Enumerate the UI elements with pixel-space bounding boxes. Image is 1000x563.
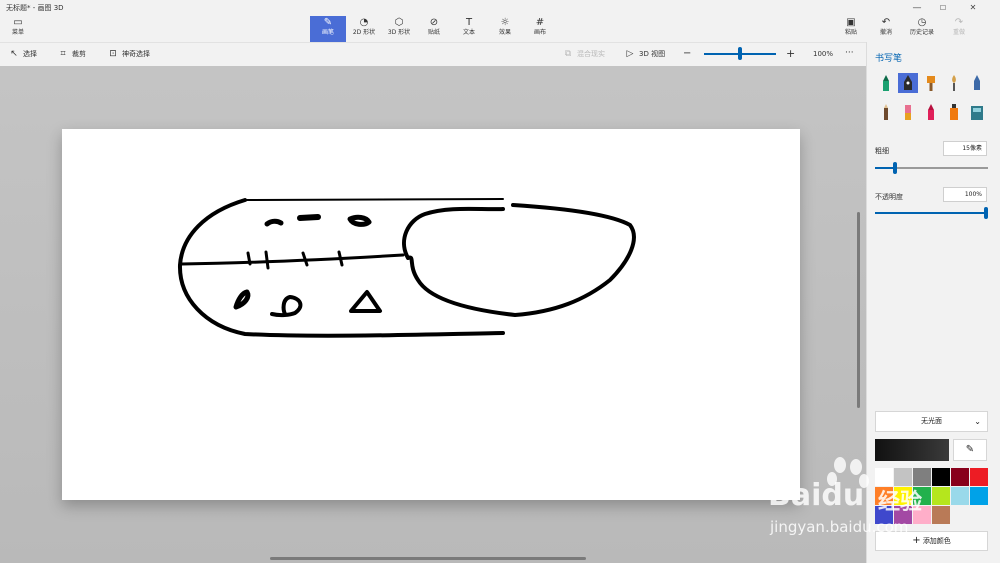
- pixel-pen-icon: [974, 75, 980, 90]
- calligraphy-pen-brush[interactable]: [898, 73, 918, 93]
- marker-brush[interactable]: [876, 73, 896, 93]
- opacity-label: 不透明度: [875, 193, 903, 201]
- cursor-icon: ↖: [10, 49, 18, 59]
- main-toolbar: ▭ 菜单 ✎ 画笔 ◔ 2D 形状 ⬡ 3D 形状 ⊘ 贴纸 T 文本 ☼ 效果…: [0, 16, 1000, 42]
- minimize-button[interactable]: —: [904, 0, 930, 16]
- thickness-input[interactable]: 15像素: [943, 141, 987, 156]
- panel-title: 书写笔: [875, 54, 903, 64]
- title-bar: 无标题* - 画图 3D — ☐ ✕: [0, 0, 1000, 16]
- color-swatch[interactable]: [951, 468, 969, 486]
- color-swatch[interactable]: [970, 487, 988, 505]
- window-title: 无标题* - 画图 3D: [6, 4, 64, 12]
- more-options-button[interactable]: ···: [845, 46, 854, 60]
- paste-icon: ▣: [846, 17, 856, 28]
- opacity-slider-fill: [875, 212, 988, 214]
- zoom-slider-thumb[interactable]: [738, 47, 742, 60]
- watermark-brand: Baidu: [768, 478, 865, 513]
- zoom-value[interactable]: 100%: [813, 47, 833, 61]
- close-button[interactable]: ✕: [960, 0, 986, 16]
- undo-icon: ↶: [881, 17, 891, 28]
- redo-button[interactable]: ↷ 重做: [941, 16, 977, 42]
- zoom-out-button[interactable]: −: [683, 47, 691, 61]
- watercolor-brush[interactable]: [944, 73, 964, 93]
- eraser-brush[interactable]: [898, 102, 918, 122]
- undo-button[interactable]: ↶ 撤消: [868, 16, 904, 42]
- plus-icon: +: [912, 535, 921, 546]
- text-icon: T: [465, 17, 473, 28]
- view-3d-icon: ▷: [626, 49, 634, 59]
- view-3d-button[interactable]: ▷ 3D 视图: [624, 47, 666, 61]
- color-swatch[interactable]: [951, 487, 969, 505]
- thickness-slider[interactable]: [875, 167, 988, 169]
- zoom-in-button[interactable]: +: [786, 47, 795, 61]
- 3d-shapes-icon: ⬡: [394, 17, 404, 28]
- opacity-input[interactable]: 100%: [943, 187, 987, 202]
- color-swatch[interactable]: [932, 468, 950, 486]
- color-swatch[interactable]: [932, 506, 950, 524]
- color-swatch[interactable]: [970, 468, 988, 486]
- oil-brush-icon: [927, 76, 935, 91]
- effects-icon: ☼: [500, 17, 510, 28]
- watermark-url: jingyan.baidu.com: [770, 518, 909, 536]
- thickness-label: 粗细: [875, 147, 889, 155]
- thickness-slider-thumb[interactable]: [893, 162, 898, 174]
- maximize-button[interactable]: ☐: [930, 0, 956, 16]
- canvas-icon: #: [535, 17, 545, 28]
- 2d-shapes-icon: ◔: [359, 17, 369, 28]
- tab-stickers[interactable]: ⊘ 贴纸: [416, 16, 452, 42]
- eraser-icon: [905, 105, 911, 120]
- tab-canvas[interactable]: # 画布: [522, 16, 558, 42]
- fill-brush[interactable]: [967, 102, 987, 122]
- plus-icon: +: [786, 47, 796, 60]
- tab-2d-shapes[interactable]: ◔ 2D 形状: [346, 16, 382, 42]
- minus-icon: −: [683, 48, 692, 59]
- crayon-brush[interactable]: [921, 102, 941, 122]
- crayon-icon: [928, 104, 934, 120]
- crop-button[interactable]: ⌗ 裁剪: [57, 47, 86, 61]
- history-button[interactable]: ◷ 历史记录: [903, 16, 941, 42]
- fill-icon: [971, 106, 983, 120]
- pixel-pen-brush[interactable]: [967, 73, 987, 93]
- tab-3d-shapes[interactable]: ⬡ 3D 形状: [381, 16, 417, 42]
- mixed-reality-icon: ⧉: [564, 49, 572, 59]
- magic-select-button[interactable]: ⊡ 神奇选择: [107, 47, 150, 61]
- finish-dropdown[interactable]: 无光面 ⌄: [875, 411, 988, 432]
- tab-brushes[interactable]: ✎ 画笔: [310, 16, 346, 42]
- tab-effects[interactable]: ☼ 效果: [487, 16, 523, 42]
- paste-button[interactable]: ▣ 粘贴: [833, 16, 869, 42]
- opacity-slider[interactable]: [875, 212, 988, 214]
- vertical-scrollbar[interactable]: [857, 212, 860, 408]
- stickers-icon: ⊘: [429, 17, 439, 28]
- eyedropper-icon: ✎: [965, 444, 975, 455]
- marker-icon: [883, 75, 889, 91]
- opacity-slider-thumb[interactable]: [984, 207, 988, 219]
- folder-icon: ▭: [13, 17, 23, 28]
- pencil-icon: [884, 104, 888, 120]
- spray-can-icon: [950, 104, 958, 120]
- tab-text[interactable]: T 文本: [451, 16, 487, 42]
- history-icon: ◷: [917, 17, 927, 28]
- crop-icon: ⌗: [60, 49, 66, 59]
- brushes-icon: ✎: [323, 17, 333, 28]
- current-color-swatch[interactable]: [875, 439, 949, 461]
- magic-select-icon: ⊡: [109, 49, 117, 59]
- select-button[interactable]: ↖ 选择: [8, 47, 37, 61]
- horizontal-scrollbar[interactable]: [270, 557, 586, 560]
- chevron-down-icon: ⌄: [974, 417, 981, 426]
- oil-brush[interactable]: [921, 73, 941, 93]
- pencil-brush[interactable]: [876, 102, 896, 122]
- redo-icon: ↷: [954, 17, 964, 28]
- eyedropper-button[interactable]: ✎: [953, 439, 987, 461]
- mixed-reality-button[interactable]: ⧉ 混合现实: [562, 47, 605, 61]
- calligraphy-pen-icon: [904, 75, 912, 90]
- spray-can-brush[interactable]: [944, 102, 964, 122]
- color-swatch[interactable]: [932, 487, 950, 505]
- menu-button[interactable]: ▭ 菜单: [0, 16, 36, 42]
- watercolor-icon: [952, 75, 956, 91]
- thickness-slider-fill: [875, 167, 896, 169]
- drawing-strokes: [177, 198, 636, 338]
- watermark-jingyan: 经验: [878, 490, 923, 515]
